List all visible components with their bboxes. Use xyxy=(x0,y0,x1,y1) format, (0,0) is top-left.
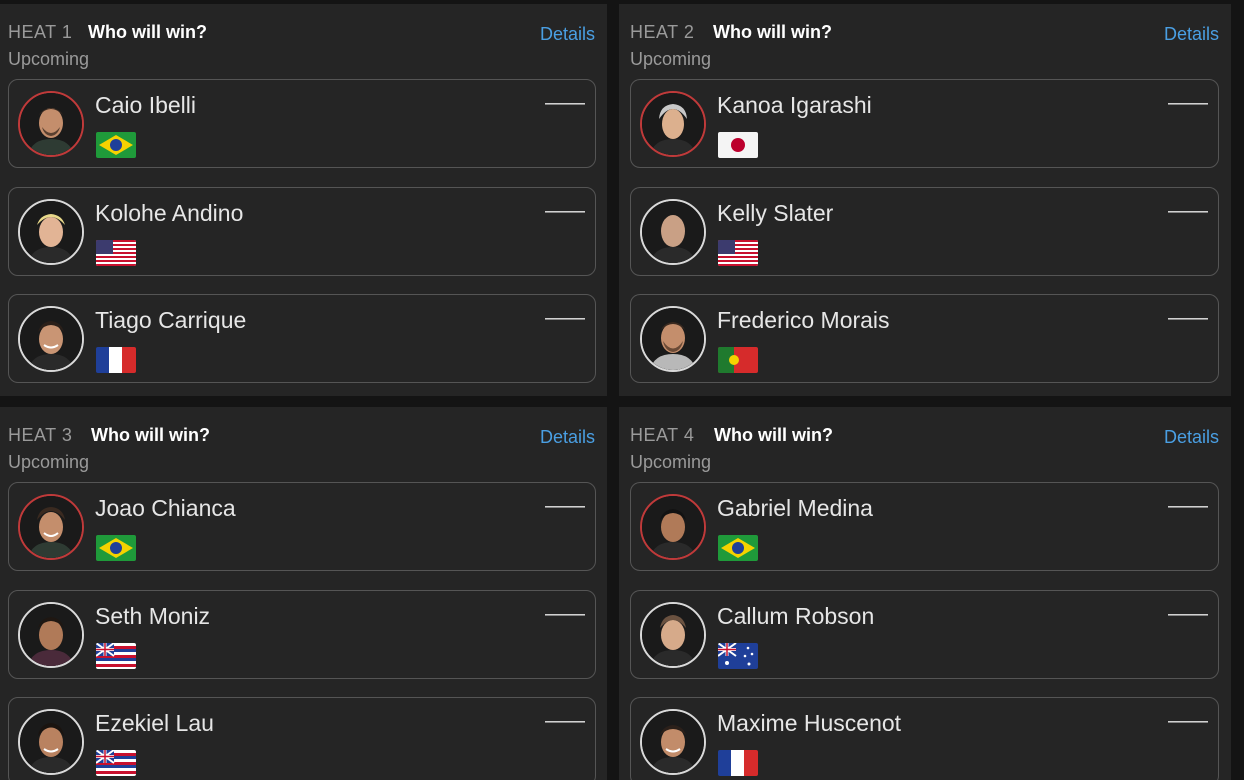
surfer-score: —— xyxy=(545,603,585,625)
brazil-flag-icon xyxy=(96,535,136,561)
heat-card-3: HEAT 3 Who will win? Upcoming Details Jo… xyxy=(0,407,607,780)
japan-flag-icon xyxy=(718,132,758,158)
surfer-photo-icon xyxy=(20,496,82,558)
surfer-row[interactable]: Tiago Carrique —— xyxy=(8,294,596,383)
surfer-photo-icon xyxy=(642,604,704,666)
surfer-name: Gabriel Medina xyxy=(717,495,873,521)
heat-question: Who will win? xyxy=(714,425,833,445)
brazil-flag-icon xyxy=(718,535,758,561)
heat-number: HEAT 3 xyxy=(8,425,73,445)
heat-status: Upcoming xyxy=(8,452,90,472)
surfer-score: —— xyxy=(1168,307,1208,329)
france-flag-icon xyxy=(718,750,758,776)
heat-number: HEAT 2 xyxy=(630,22,695,42)
surfer-avatar xyxy=(640,306,706,372)
surfer-name: Kelly Slater xyxy=(717,200,834,226)
surfer-score: —— xyxy=(1168,495,1208,517)
surfer-avatar xyxy=(18,602,84,668)
surfer-score: —— xyxy=(1168,200,1208,222)
heat-header: HEAT 2 Who will win? Upcoming Details xyxy=(630,22,1219,72)
surfer-avatar xyxy=(18,306,84,372)
surfer-row[interactable]: Kelly Slater —— xyxy=(630,187,1219,276)
details-link[interactable]: Details xyxy=(1164,427,1219,448)
surfer-name: Kanoa Igarashi xyxy=(717,92,872,118)
surfer-photo-icon xyxy=(20,604,82,666)
heat-question: Who will win? xyxy=(88,22,207,42)
heat-header: HEAT 3 Who will win? Upcoming Details xyxy=(8,425,595,475)
heats-grid: HEAT 1 Who will win? Upcoming Details Ca… xyxy=(0,0,1244,780)
surfer-score: —— xyxy=(545,307,585,329)
surfer-avatar xyxy=(18,199,84,265)
surfer-photo-icon xyxy=(20,93,82,155)
details-link[interactable]: Details xyxy=(540,427,595,448)
surfer-photo-icon xyxy=(642,711,704,773)
surfer-photo-icon xyxy=(642,201,704,263)
surfer-score: —— xyxy=(545,92,585,114)
surfer-row[interactable]: Ezekiel Lau —— xyxy=(8,697,596,780)
surfer-row[interactable]: Frederico Morais —— xyxy=(630,294,1219,383)
surfer-avatar xyxy=(640,91,706,157)
surfer-score: —— xyxy=(545,200,585,222)
hawaii-flag-icon xyxy=(96,643,136,669)
surfer-score: —— xyxy=(1168,603,1208,625)
heat-status: Upcoming xyxy=(630,49,712,69)
heat-status: Upcoming xyxy=(630,452,712,472)
surfer-score: —— xyxy=(545,710,585,732)
surfer-name: Callum Robson xyxy=(717,603,875,629)
heat-status: Upcoming xyxy=(8,49,90,69)
heat-question: Who will win? xyxy=(713,22,832,42)
brazil-flag-icon xyxy=(96,132,136,158)
surfer-photo-icon xyxy=(20,711,82,773)
surfer-name: Kolohe Andino xyxy=(95,200,244,226)
surfer-score: —— xyxy=(545,495,585,517)
surfer-row[interactable]: Joao Chianca —— xyxy=(8,482,596,571)
surfer-row[interactable]: Kanoa Igarashi —— xyxy=(630,79,1219,168)
france-flag-icon xyxy=(96,347,136,373)
heat-card-4: HEAT 4 Who will win? Upcoming Details Ga… xyxy=(619,407,1231,780)
surfer-row[interactable]: Callum Robson —— xyxy=(630,590,1219,679)
surfer-avatar xyxy=(640,602,706,668)
usa-flag-icon xyxy=(96,240,136,266)
surfer-photo-icon xyxy=(642,308,704,370)
surfer-photo-icon xyxy=(642,93,704,155)
surfer-row[interactable]: Kolohe Andino —— xyxy=(8,187,596,276)
surfer-photo-icon xyxy=(20,201,82,263)
heat-card-1: HEAT 1 Who will win? Upcoming Details Ca… xyxy=(0,4,607,396)
heat-question: Who will win? xyxy=(91,425,210,445)
surfer-avatar xyxy=(18,709,84,775)
surfer-name: Tiago Carrique xyxy=(95,307,247,333)
surfer-name: Caio Ibelli xyxy=(95,92,196,118)
surfer-score: —— xyxy=(1168,92,1208,114)
surfer-score: —— xyxy=(1168,710,1208,732)
surfer-avatar xyxy=(640,199,706,265)
hawaii-flag-icon xyxy=(96,750,136,776)
australia-flag-icon xyxy=(718,643,758,669)
details-link[interactable]: Details xyxy=(1164,24,1219,45)
heat-number: HEAT 1 xyxy=(8,22,73,42)
surfer-name: Ezekiel Lau xyxy=(95,710,214,736)
surfer-name: Joao Chianca xyxy=(95,495,236,521)
surfer-avatar xyxy=(640,494,706,560)
heat-number: HEAT 4 xyxy=(630,425,695,445)
surfer-name: Maxime Huscenot xyxy=(717,710,902,736)
details-link[interactable]: Details xyxy=(540,24,595,45)
portugal-flag-icon xyxy=(718,347,758,373)
surfer-avatar xyxy=(18,494,84,560)
heat-header: HEAT 4 Who will win? Upcoming Details xyxy=(630,425,1219,475)
surfer-photo-icon xyxy=(20,308,82,370)
surfer-avatar xyxy=(640,709,706,775)
surfer-row[interactable]: Caio Ibelli —— xyxy=(8,79,596,168)
surfer-row[interactable]: Gabriel Medina —— xyxy=(630,482,1219,571)
heat-card-2: HEAT 2 Who will win? Upcoming Details Ka… xyxy=(619,4,1231,396)
surfer-row[interactable]: Maxime Huscenot —— xyxy=(630,697,1219,780)
usa-flag-icon xyxy=(718,240,758,266)
surfer-avatar xyxy=(18,91,84,157)
surfer-row[interactable]: Seth Moniz —— xyxy=(8,590,596,679)
heat-header: HEAT 1 Who will win? Upcoming Details xyxy=(8,22,595,72)
surfer-name: Seth Moniz xyxy=(95,603,211,629)
surfer-name: Frederico Morais xyxy=(717,307,890,333)
surfer-photo-icon xyxy=(642,496,704,558)
